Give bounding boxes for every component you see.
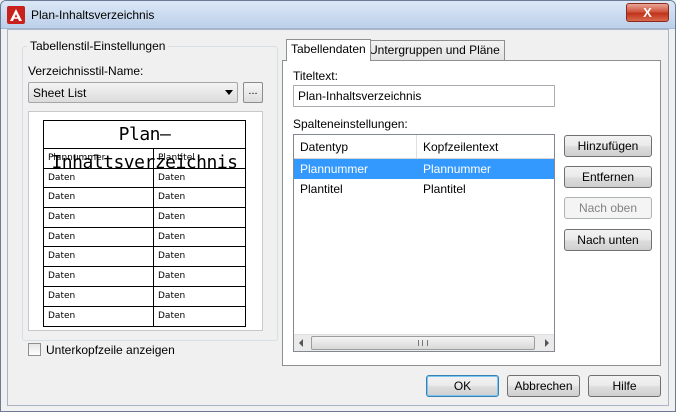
- preview-data-row: Daten Daten: [44, 208, 245, 228]
- column-settings-label: Spalteneinstellungen:: [293, 117, 408, 131]
- list-header: Datentyp Kopfzeilentext: [294, 135, 554, 159]
- chevron-down-icon: [225, 90, 233, 95]
- scroll-left-icon[interactable]: [299, 339, 303, 347]
- subheader-checkbox[interactable]: [28, 343, 41, 356]
- move-down-button[interactable]: Nach unten: [564, 229, 652, 251]
- preview-data-row: Daten Daten: [44, 188, 245, 209]
- preview-data-cell: Daten: [158, 231, 186, 242]
- preview-header-cell: Plannummer: [44, 149, 154, 168]
- subheader-checkbox-label: Unterkopfzeile anzeigen: [46, 343, 175, 357]
- cancel-button[interactable]: Abbrechen: [507, 375, 580, 397]
- title-text-field[interactable]: [294, 86, 554, 106]
- preview-data-row: Daten Daten: [44, 286, 245, 307]
- grip-icon: [418, 340, 428, 346]
- preview-data-cell: Daten: [158, 192, 186, 203]
- close-button[interactable]: X: [626, 3, 669, 22]
- preview-header-row: Plannummer Plantitel: [44, 149, 245, 169]
- preview-data-cell: Daten: [158, 212, 186, 223]
- preview-data-cell: Daten: [44, 208, 154, 227]
- close-icon: X: [643, 5, 652, 20]
- dialog-window: Plan-Inhaltsverzeichnis X Tabellenstil-E…: [0, 0, 676, 412]
- preview-data-cell: Daten: [158, 310, 186, 321]
- style-name-label: Verzeichnisstil-Name:: [28, 64, 144, 78]
- preview-data-cell: Daten: [44, 267, 154, 286]
- preview-data-cell: Daten: [44, 188, 154, 208]
- column-header-datatype[interactable]: Datentyp: [294, 135, 417, 158]
- style-name-value: Sheet List: [33, 86, 87, 100]
- tab-label: Tabellendaten: [291, 42, 366, 56]
- help-button[interactable]: Hilfe: [588, 375, 661, 397]
- scroll-right-icon[interactable]: [545, 339, 549, 347]
- preview-data-cell: Daten: [158, 251, 186, 262]
- preview-data-cell: Daten: [44, 286, 154, 306]
- list-item[interactable]: Plantitel Plantitel: [294, 179, 554, 199]
- preview-data-row: Daten Daten: [44, 227, 245, 248]
- autocad-app-icon: [7, 6, 25, 24]
- browse-style-label: ...: [248, 85, 258, 97]
- title-bar: Plan-Inhaltsverzeichnis X: [1, 1, 675, 29]
- horizontal-scrollbar[interactable]: [294, 334, 554, 351]
- list-cell: Plannummer: [300, 162, 369, 176]
- table-preview: Plan–Inhaltsverzeichnis Plannummer Plant…: [28, 111, 263, 331]
- list-cell: Plantitel: [300, 182, 343, 196]
- ok-button[interactable]: OK: [426, 375, 499, 397]
- list-cell: Plantitel: [423, 182, 466, 196]
- preview-data-cell: Daten: [44, 247, 154, 267]
- preview-data-row: Daten Daten: [44, 247, 245, 268]
- preview-data-cell: Daten: [158, 290, 186, 301]
- remove-button[interactable]: Entfernen: [564, 166, 652, 188]
- column-header-headertext[interactable]: Kopfzeilentext: [417, 135, 554, 158]
- preview-data-cell: Daten: [44, 306, 154, 327]
- add-button[interactable]: Hinzufügen: [564, 135, 652, 157]
- scrollbar-thumb[interactable]: [311, 336, 535, 350]
- preview-title: Plan–Inhaltsverzeichnis: [44, 121, 245, 173]
- preview-data-cell: Daten: [158, 172, 186, 183]
- preview-data-row: Daten Daten: [44, 168, 245, 189]
- preview-header-cell: Plantitel: [158, 153, 195, 163]
- preview-table: Plan–Inhaltsverzeichnis Plannummer Plant…: [43, 120, 246, 328]
- dialog-client-area: Tabellenstil-Einstellungen Verzeichnisst…: [7, 29, 669, 406]
- move-up-button[interactable]: Nach oben: [564, 197, 652, 219]
- title-text-label: Titeltext:: [293, 69, 338, 83]
- style-name-dropdown[interactable]: Sheet List: [28, 82, 238, 103]
- preview-data-cell: Daten: [44, 168, 154, 188]
- list-item[interactable]: Plannummer Plannummer: [294, 159, 554, 179]
- preview-data-cell: Daten: [44, 227, 154, 247]
- title-text-input[interactable]: [293, 85, 555, 107]
- preview-data-row: Daten Daten: [44, 306, 245, 327]
- preview-data-row: Daten Daten: [44, 267, 245, 287]
- tab-tabellendaten[interactable]: Tabellendaten: [286, 39, 371, 61]
- browse-style-button[interactable]: ...: [243, 82, 263, 103]
- table-style-group-title: Tabellenstil-Einstellungen: [27, 39, 169, 53]
- list-cell: Plannummer: [423, 162, 492, 176]
- preview-data-cell: Daten: [158, 271, 186, 282]
- column-settings-list[interactable]: Datentyp Kopfzeilentext Plannummer Plann…: [293, 134, 555, 352]
- tab-untergruppen[interactable]: Untergruppen und Pläne: [364, 40, 505, 60]
- tab-label: Untergruppen und Pläne: [369, 43, 500, 57]
- window-title: Plan-Inhaltsverzeichnis: [31, 8, 155, 22]
